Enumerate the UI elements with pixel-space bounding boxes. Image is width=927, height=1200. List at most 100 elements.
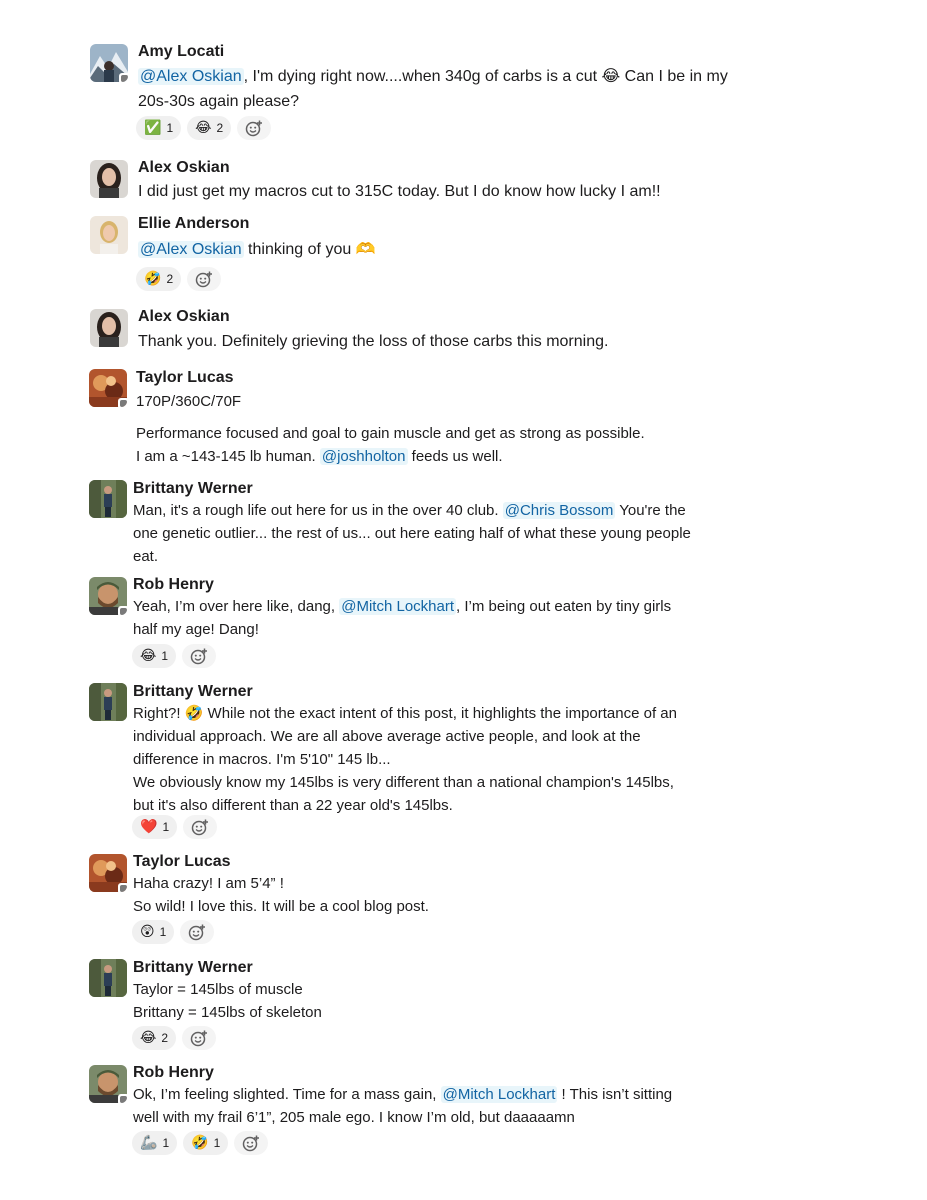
message-line: Performance focused and goal to gain mus…	[136, 425, 645, 442]
rolling-laughing-emoji: 🤣	[144, 271, 162, 287]
rolling-laughing-emoji: 🤣	[191, 1135, 209, 1151]
author-name[interactable]: Taylor Lucas	[136, 368, 234, 388]
user-mention[interactable]: @Alex Oskian	[138, 68, 244, 85]
author-name[interactable]: Ellie Anderson	[138, 214, 249, 234]
user-mention[interactable]: @joshholton	[319, 448, 408, 465]
message-text: @Alex Oskian thinking of you 🫶	[138, 236, 376, 262]
reaction-pill[interactable]: 😲 1	[132, 920, 175, 944]
laughing-emoji: 😂	[140, 1030, 157, 1046]
add-reaction-icon[interactable]	[180, 920, 215, 944]
reaction-pill[interactable]: 😂 2	[187, 116, 232, 140]
message-line: eat.	[133, 548, 159, 565]
user-mention[interactable]: @Alex Oskian	[138, 241, 244, 258]
heart-hands-emoji: 🫶	[355, 239, 376, 258]
message-line: individual approach. We are all above av…	[133, 728, 641, 745]
message-text: Right?! 🤣 While not the exact intent of …	[133, 702, 677, 817]
reaction-count: 1	[162, 820, 170, 834]
red-heart-emoji: ❤️	[140, 819, 158, 835]
avatar[interactable]	[89, 959, 127, 997]
user-mention[interactable]: @Chris Bossom	[502, 502, 616, 519]
message-line: well with my frail 6’1”, 205 male ego. I…	[133, 1109, 575, 1126]
reaction-count: 1	[166, 121, 174, 135]
away-status-icon	[118, 606, 127, 615]
author-name[interactable]: Alex Oskian	[138, 158, 230, 178]
message-text: Thank you. Definitely grieving the loss …	[138, 329, 608, 354]
away-status-icon	[118, 398, 127, 407]
reaction-count: 2	[166, 272, 174, 286]
astonished-emoji: 😲	[140, 924, 155, 940]
add-reaction-icon[interactable]	[182, 1026, 217, 1050]
message-line: Man, it's a rough life out here for us i…	[133, 502, 686, 519]
message-text: Haha crazy! I am 5’4” ! So wild! I love …	[133, 872, 429, 918]
author-name[interactable]: Rob Henry	[133, 575, 214, 595]
message-text: 170P/360C/70F Performance focused and go…	[136, 390, 645, 468]
reaction-pill[interactable]: 🤣 2	[136, 267, 182, 291]
reaction-count: 2	[216, 121, 224, 135]
away-status-icon	[119, 73, 128, 82]
rolling-laughing-emoji: 🤣	[184, 704, 204, 722]
author-name[interactable]: Amy Locati	[138, 42, 224, 62]
reaction-count: 1	[161, 649, 169, 663]
message-line: Haha crazy! I am 5’4” !	[133, 875, 284, 892]
message-line: but it's also different than a 22 year o…	[133, 797, 453, 814]
reaction-pill[interactable]: 🤣 1	[183, 1131, 229, 1155]
avatar[interactable]	[89, 369, 127, 407]
reaction-pill[interactable]: ❤️ 1	[132, 815, 178, 839]
add-reaction-icon[interactable]	[183, 815, 218, 839]
author-name[interactable]: Brittany Werner	[133, 682, 253, 702]
check-mark-emoji: ✅	[144, 120, 162, 136]
avatar[interactable]	[89, 1065, 127, 1103]
author-name[interactable]: Taylor Lucas	[133, 852, 231, 872]
avatar[interactable]	[90, 216, 128, 254]
author-name[interactable]: Alex Oskian	[138, 307, 230, 327]
avatar[interactable]	[90, 44, 128, 82]
reactions-bar: 🤣 2	[136, 267, 222, 291]
message-line: 170P/360C/70F	[136, 393, 242, 410]
author-name[interactable]: Brittany Werner	[133, 479, 253, 499]
reactions-bar: ✅ 1 😂 2	[136, 116, 272, 140]
avatar[interactable]	[89, 577, 127, 615]
avatar[interactable]	[90, 160, 128, 198]
avatar[interactable]	[90, 309, 128, 347]
message-text: Man, it's a rough life out here for us i…	[133, 499, 691, 568]
add-reaction-icon[interactable]	[237, 116, 272, 140]
reaction-pill[interactable]: ✅ 1	[136, 116, 182, 140]
reaction-pill[interactable]: 😂 2	[132, 1026, 177, 1050]
message-line: So wild! I love this. It will be a cool …	[133, 898, 429, 915]
add-reaction-icon[interactable]	[234, 1131, 269, 1155]
user-mention[interactable]: @Mitch Lockhart	[339, 598, 457, 615]
message-text: @Alex Oskian, I'm dying right now....whe…	[138, 63, 728, 114]
message-line: Ok, I’m feeling slighted. Time for a mas…	[133, 1086, 673, 1103]
message-text: Ok, I’m feeling slighted. Time for a mas…	[133, 1083, 672, 1129]
message-line: @Alex Oskian, I'm dying right now....whe…	[138, 66, 728, 85]
message-line: @Alex Oskian thinking of you 🫶	[138, 239, 376, 258]
message-line: I did just get my macros cut to 315C tod…	[138, 183, 661, 200]
message-line: one genetic outlier... the rest of us...…	[133, 525, 691, 542]
user-mention[interactable]: @Mitch Lockhart	[440, 1086, 558, 1103]
reactions-bar: 🦾 1 🤣 1	[132, 1131, 269, 1155]
avatar[interactable]	[89, 683, 127, 721]
laughing-emoji: 😂	[601, 66, 621, 85]
reaction-count: 1	[159, 925, 167, 939]
reaction-pill[interactable]: 🦾 1	[132, 1131, 178, 1155]
author-name[interactable]: Brittany Werner	[133, 958, 253, 978]
reaction-count: 1	[162, 1136, 170, 1150]
message-line: Taylor = 145lbs of muscle	[133, 981, 303, 998]
avatar[interactable]	[89, 854, 127, 892]
reaction-count: 1	[213, 1136, 221, 1150]
reaction-pill[interactable]: 😂 1	[132, 644, 177, 668]
message-line: Thank you. Definitely grieving the loss …	[138, 333, 609, 350]
laughing-emoji: 😂	[195, 120, 212, 136]
add-reaction-icon[interactable]	[187, 267, 222, 291]
author-name[interactable]: Rob Henry	[133, 1063, 214, 1083]
message-line: We obviously know my 145lbs is very diff…	[133, 774, 674, 791]
message-line: Right?! 🤣 While not the exact intent of …	[133, 704, 677, 722]
message-line: Yeah, I’m over here like, dang, @Mitch L…	[133, 598, 672, 615]
avatar[interactable]	[89, 480, 127, 518]
add-reaction-icon[interactable]	[182, 644, 217, 668]
message-line: 20s-30s again please?	[138, 93, 300, 110]
away-status-icon	[118, 1094, 127, 1103]
message-text: Taylor = 145lbs of muscle Brittany = 145…	[133, 978, 322, 1024]
message-line: difference in macros. I'm 5'10" 145 lb..…	[133, 751, 391, 768]
away-status-icon	[118, 883, 127, 892]
